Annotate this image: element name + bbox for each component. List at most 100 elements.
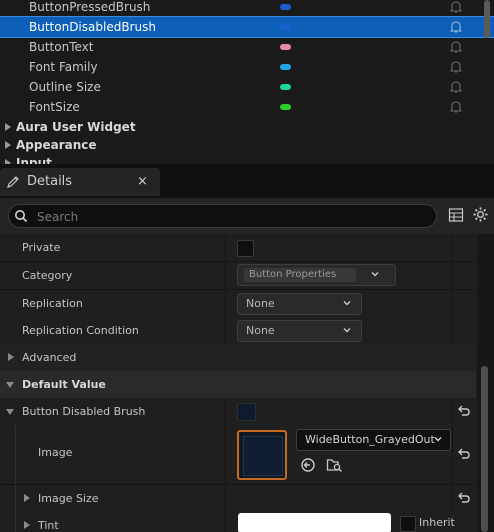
variable-row-font-size[interactable]: FontSize xyxy=(0,97,494,117)
category-label: Input xyxy=(16,156,52,164)
replication-dropdown[interactable]: None xyxy=(237,293,362,315)
property-label: Replication xyxy=(22,297,83,310)
replication-condition-value: None xyxy=(246,324,275,337)
property-row-tint: Tint Inherit xyxy=(0,512,476,532)
browse-asset-icon[interactable] xyxy=(326,457,343,473)
property-label: Image xyxy=(38,446,73,459)
category-label: Appearance xyxy=(16,138,97,152)
brush-preview-swatch[interactable] xyxy=(237,403,256,421)
column-divider xyxy=(452,317,453,344)
variable-row-button-text[interactable]: ButtonText xyxy=(0,37,494,57)
property-label: Private xyxy=(22,241,61,254)
property-label: Image Size xyxy=(38,492,99,505)
details-toolbar xyxy=(0,198,494,234)
tab-label: Details xyxy=(27,174,73,189)
category-aura-user-widget[interactable]: Aura User Widget xyxy=(0,118,494,136)
property-grid-scrollbar[interactable] xyxy=(481,366,488,532)
expand-arrow-icon[interactable] xyxy=(5,141,11,149)
variable-name: Outline Size xyxy=(29,80,101,94)
collapse-arrow-icon[interactable] xyxy=(6,409,14,415)
expand-arrow-icon[interactable] xyxy=(24,494,30,502)
tint-inherit-checkbox[interactable] xyxy=(400,516,416,532)
reset-to-default-icon[interactable] xyxy=(457,491,471,505)
replication-condition-dropdown[interactable]: None xyxy=(237,320,362,342)
property-label: Tint xyxy=(38,519,59,532)
column-divider xyxy=(225,398,226,425)
variable-type-pill xyxy=(280,84,291,90)
variable-type-pill xyxy=(280,44,291,50)
chevron-down-icon xyxy=(434,437,442,442)
section-label: Default Value xyxy=(22,378,106,391)
search-icon xyxy=(15,210,28,223)
variable-name: ButtonText xyxy=(29,40,94,54)
category-input[interactable]: Input xyxy=(0,154,494,164)
section-label: Advanced xyxy=(22,351,77,364)
variable-type-pill xyxy=(280,64,291,70)
variables-scrollbar[interactable] xyxy=(484,0,490,38)
column-divider xyxy=(225,425,226,484)
column-divider xyxy=(452,290,453,317)
property-label: Button Disabled Brush xyxy=(22,405,146,418)
property-row-replication: Replication None xyxy=(0,290,476,318)
column-divider xyxy=(225,317,226,344)
category-field: Button Properties xyxy=(244,268,356,282)
indent-guide xyxy=(15,425,16,484)
pencil-icon xyxy=(7,176,19,188)
gear-icon[interactable] xyxy=(472,206,489,223)
details-tab-bar: Details × xyxy=(0,164,494,198)
chevron-down-icon xyxy=(343,301,351,306)
column-divider xyxy=(452,234,453,261)
variable-name: FontSize xyxy=(29,100,80,114)
reset-to-default-icon[interactable] xyxy=(457,404,471,418)
property-row-category: Category Button Properties xyxy=(0,262,476,290)
use-selected-asset-icon[interactable] xyxy=(300,457,316,473)
replication-bell-icon[interactable] xyxy=(449,80,463,94)
indent-guide xyxy=(15,485,16,512)
variable-row-button-pressed-brush[interactable]: ButtonPressedBrush xyxy=(0,0,494,17)
image-asset-picker[interactable]: WideButton_GrayedOut xyxy=(296,429,451,451)
indent-guide xyxy=(15,512,16,532)
category-dropdown[interactable]: Button Properties xyxy=(237,264,396,286)
variable-row-button-disabled-brush[interactable]: ButtonDisabledBrush xyxy=(0,16,494,38)
column-divider xyxy=(225,234,226,261)
close-tab-button[interactable]: × xyxy=(137,168,148,196)
replication-bell-icon[interactable] xyxy=(449,60,463,74)
image-thumbnail[interactable] xyxy=(237,430,287,480)
replication-bell-icon[interactable] xyxy=(449,40,463,54)
column-divider xyxy=(452,262,453,289)
expand-arrow-icon[interactable] xyxy=(24,521,30,529)
tint-color-swatch[interactable] xyxy=(238,513,391,532)
replication-bell-icon[interactable] xyxy=(449,100,463,114)
category-value: Button Properties xyxy=(249,269,337,280)
expand-arrow-icon[interactable] xyxy=(8,353,14,361)
search-input[interactable] xyxy=(35,207,419,227)
private-checkbox[interactable] xyxy=(237,240,254,257)
column-divider xyxy=(225,485,226,512)
reset-to-default-icon[interactable] xyxy=(457,447,471,461)
property-row-replication-condition: Replication Condition None xyxy=(0,317,476,345)
collapse-arrow-icon[interactable] xyxy=(6,382,14,388)
chevron-down-icon xyxy=(371,272,379,277)
chevron-down-icon xyxy=(343,328,351,333)
variables-panel: ButtonPressedBrush ButtonDisabledBrush B… xyxy=(0,0,494,164)
property-grid: Private Category Button Properties Repli… xyxy=(0,234,494,532)
section-advanced[interactable]: Advanced xyxy=(0,344,476,372)
replication-bell-icon[interactable] xyxy=(449,0,463,14)
variable-row-font-family[interactable]: Font Family xyxy=(0,57,494,77)
image-preview xyxy=(243,436,283,476)
variable-row-outline-size[interactable]: Outline Size xyxy=(0,77,494,97)
expand-arrow-icon[interactable] xyxy=(5,123,11,131)
property-row-private: Private xyxy=(0,234,476,262)
section-default-value[interactable]: Default Value xyxy=(0,371,476,399)
category-appearance[interactable]: Appearance xyxy=(0,136,494,154)
column-divider xyxy=(225,512,226,532)
image-asset-name: WideButton_GrayedOut xyxy=(305,433,435,446)
replication-value: None xyxy=(246,297,275,310)
column-divider xyxy=(452,398,453,425)
tab-details[interactable]: Details × xyxy=(0,168,160,196)
search-box[interactable] xyxy=(8,204,437,228)
variable-name: ButtonDisabledBrush xyxy=(29,20,156,34)
variable-name: ButtonPressedBrush xyxy=(29,0,151,14)
replication-bell-icon[interactable] xyxy=(449,20,463,34)
property-matrix-icon[interactable] xyxy=(448,207,464,223)
